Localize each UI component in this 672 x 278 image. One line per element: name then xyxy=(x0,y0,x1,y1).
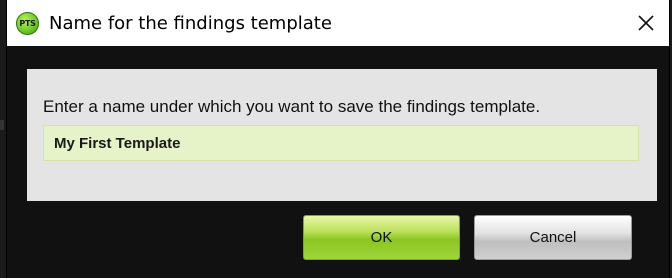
content-panel: Enter a name under which you want to sav… xyxy=(27,69,657,201)
template-name-input[interactable] xyxy=(43,125,639,161)
close-button[interactable] xyxy=(623,0,669,46)
app-logo-text: PTS xyxy=(19,19,36,28)
ok-button[interactable]: OK xyxy=(303,215,460,260)
background-window-edge xyxy=(0,120,4,130)
ok-button-label: OK xyxy=(370,229,393,246)
close-icon xyxy=(638,15,654,31)
findings-template-dialog: PTS Name for the findings template Enter… xyxy=(6,0,670,278)
cancel-button[interactable]: Cancel xyxy=(474,215,632,260)
cancel-button-label: Cancel xyxy=(529,229,577,246)
dialog-title: Name for the findings template xyxy=(49,13,332,34)
prompt-label: Enter a name under which you want to sav… xyxy=(43,97,541,116)
title-bar: PTS Name for the findings template xyxy=(7,0,669,46)
app-logo-icon: PTS xyxy=(16,12,39,35)
